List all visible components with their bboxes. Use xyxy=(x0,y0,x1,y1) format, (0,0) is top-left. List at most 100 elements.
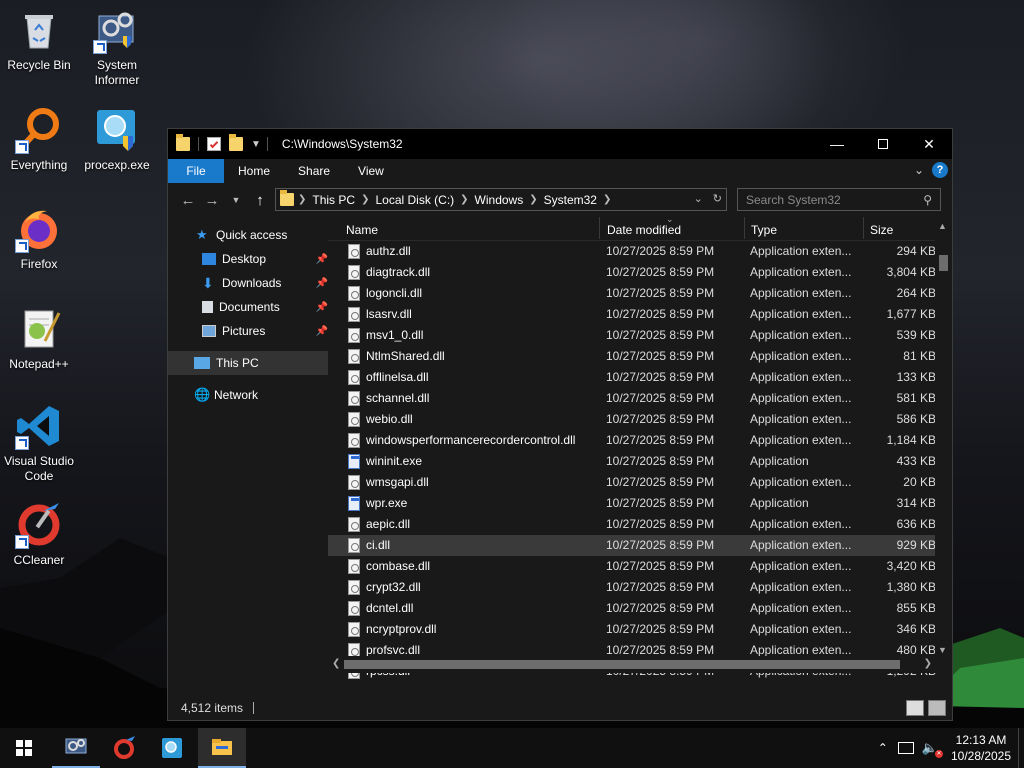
chevron-right-icon[interactable]: ❯ xyxy=(529,194,537,205)
new-folder-icon[interactable] xyxy=(229,134,243,151)
file-row[interactable]: lsasrv.dll 10/27/2025 8:59 PM Application … xyxy=(328,304,952,325)
search-input[interactable]: Search System32 ⚲ xyxy=(737,188,941,211)
network-status-icon[interactable] xyxy=(897,742,914,754)
nav-network[interactable]: 🌐 Network xyxy=(168,383,328,407)
show-hidden-icons-icon[interactable]: ⌃ xyxy=(878,741,888,755)
breadcrumb-this-pc[interactable]: This PC xyxy=(312,193,355,207)
expand-ribbon-icon[interactable]: ⌄ xyxy=(914,163,924,177)
desktop-icon-system-informer[interactable]: System Informer xyxy=(78,6,156,88)
file-row[interactable]: wininit.exe 10/27/2025 8:59 PM Application… xyxy=(328,451,952,472)
large-icons-view-icon[interactable] xyxy=(928,700,946,716)
nav-documents[interactable]: Documents 📌 xyxy=(168,295,328,319)
details-view-icon[interactable] xyxy=(906,700,924,716)
column-type[interactable]: Type xyxy=(751,223,777,237)
show-desktop-button[interactable] xyxy=(1018,728,1024,768)
file-row[interactable]: dcntel.dll 10/27/2025 8:59 PM Application … xyxy=(328,598,952,619)
start-button[interactable] xyxy=(0,728,48,768)
recent-locations-icon[interactable]: ▼ xyxy=(224,195,248,205)
back-arrow-icon[interactable]: ← xyxy=(176,192,200,209)
file-row[interactable]: offlinelsa.dll 10/27/2025 8:59 PM Applicat… xyxy=(328,367,952,388)
scrollbar-thumb[interactable] xyxy=(939,255,948,271)
chevron-right-icon[interactable]: ❯ xyxy=(361,194,369,205)
column-divider[interactable] xyxy=(599,217,600,239)
desktop-icon-recycle-bin[interactable]: Recycle Bin xyxy=(0,6,78,73)
taskbar-system-informer[interactable] xyxy=(52,728,100,768)
file-row[interactable]: ci.dll 10/27/2025 8:59 PM Application exte… xyxy=(328,535,952,556)
nav-downloads[interactable]: ⬇ Downloads 📌 xyxy=(168,271,328,295)
nav-this-pc[interactable]: This PC xyxy=(168,351,328,375)
breadcrumb-windows[interactable]: Windows xyxy=(475,193,524,207)
volume-muted-icon[interactable]: 🔈 ✕ xyxy=(922,740,943,758)
column-size[interactable]: Size xyxy=(870,223,893,237)
address-bar[interactable]: ❯ This PC ❯ Local Disk (C:) ❯ Windows ❯ … xyxy=(275,188,727,211)
vertical-scrollbar[interactable]: ▲ ▼ xyxy=(935,217,952,657)
pin-icon[interactable]: 📌 xyxy=(316,278,328,289)
search-icon[interactable]: ⚲ xyxy=(923,193,932,207)
file-row[interactable]: ncryptprov.dll 10/27/2025 8:59 PM Applicat… xyxy=(328,619,952,640)
help-icon[interactable]: ? xyxy=(932,162,948,178)
file-row[interactable]: msv1_0.dll 10/27/2025 8:59 PM Application … xyxy=(328,325,952,346)
file-row[interactable]: logoncli.dll 10/27/2025 8:59 PM Applicatio… xyxy=(328,283,952,304)
file-type: Application exten... xyxy=(750,622,852,636)
close-button[interactable]: ✕ xyxy=(906,129,952,159)
file-row[interactable]: NtlmShared.dll 10/27/2025 8:59 PM Applicat… xyxy=(328,346,952,367)
customize-quick-access-icon[interactable]: ▼ xyxy=(251,139,261,150)
maximize-button[interactable] xyxy=(860,129,906,159)
properties-icon[interactable] xyxy=(207,137,221,151)
file-row[interactable]: aepic.dll 10/27/2025 8:59 PM Application e… xyxy=(328,514,952,535)
desktop-icon-procexp[interactable]: procexp.exe xyxy=(78,106,156,173)
column-divider[interactable] xyxy=(744,217,745,239)
pin-icon[interactable]: 📌 xyxy=(316,326,328,337)
file-row[interactable]: windowsperformancerecordercontrol.dll 10/… xyxy=(328,430,952,451)
pin-icon[interactable]: 📌 xyxy=(316,254,328,265)
scroll-right-icon[interactable]: ❯ xyxy=(924,658,932,669)
scrollbar-thumb[interactable] xyxy=(344,660,900,669)
clock[interactable]: 12:13 AM 10/28/2025 xyxy=(944,732,1018,764)
nav-desktop[interactable]: Desktop 📌 xyxy=(168,247,328,271)
nav-quick-access[interactable]: ★ Quick access xyxy=(168,223,328,247)
address-dropdown-icon[interactable]: ⌄ xyxy=(694,192,703,205)
file-row[interactable]: diagtrack.dll 10/27/2025 8:59 PM Applicati… xyxy=(328,262,952,283)
forward-arrow-icon[interactable]: → xyxy=(200,192,224,209)
taskbar-file-explorer[interactable] xyxy=(198,728,246,768)
column-date-modified[interactable]: Date modified xyxy=(607,223,681,237)
desktop-icon-vscode[interactable]: Visual Studio Code xyxy=(0,402,78,484)
file-row[interactable]: webio.dll 10/27/2025 8:59 PM Application e… xyxy=(328,409,952,430)
file-row[interactable]: crypt32.dll 10/27/2025 8:59 PM Application… xyxy=(328,577,952,598)
taskbar-procexp[interactable] xyxy=(148,728,196,768)
title-bar[interactable]: ▼ C:\Windows\System32 — ✕ xyxy=(168,129,952,159)
chevron-right-icon[interactable]: ❯ xyxy=(298,194,306,205)
file-row[interactable]: authz.dll 10/27/2025 8:59 PM Application e… xyxy=(328,241,952,262)
breadcrumb-local-disk[interactable]: Local Disk (C:) xyxy=(375,193,454,207)
column-name[interactable]: Name xyxy=(346,223,378,237)
file-row[interactable]: wmsgapi.dll 10/27/2025 8:59 PM Application… xyxy=(328,472,952,493)
up-arrow-icon[interactable]: ↑ xyxy=(248,192,272,209)
breadcrumb-system32[interactable]: System32 xyxy=(544,193,597,207)
desktop-icon-firefox[interactable]: Firefox xyxy=(0,205,78,272)
tab-file[interactable]: File xyxy=(168,159,224,183)
taskbar-ccleaner[interactable] xyxy=(100,728,148,768)
tab-share[interactable]: Share xyxy=(284,159,344,183)
tab-home[interactable]: Home xyxy=(224,159,284,183)
scroll-down-icon[interactable]: ▼ xyxy=(938,645,947,655)
file-row[interactable]: combase.dll 10/27/2025 8:59 PM Application… xyxy=(328,556,952,577)
horizontal-scrollbar[interactable]: ❮ ❯ xyxy=(328,656,936,673)
file-row[interactable]: schannel.dll 10/27/2025 8:59 PM Applicatio… xyxy=(328,388,952,409)
desktop-icon-everything[interactable]: Everything xyxy=(0,106,78,173)
desktop-icon-notepadpp[interactable]: Notepad++ xyxy=(0,305,78,372)
file-explorer-window[interactable]: ▼ C:\Windows\System32 — ✕ File Home Shar… xyxy=(167,128,953,721)
desktop-icon-ccleaner[interactable]: CCleaner xyxy=(0,501,78,568)
chevron-right-icon[interactable]: ❯ xyxy=(603,194,611,205)
clock-date: 10/28/2025 xyxy=(950,749,1012,763)
tab-view[interactable]: View xyxy=(344,159,398,183)
nav-pictures[interactable]: Pictures 📌 xyxy=(168,319,328,343)
scroll-up-icon[interactable]: ▲ xyxy=(938,221,947,231)
file-row[interactable]: wpr.exe 10/27/2025 8:59 PM Application 314 … xyxy=(328,493,952,514)
column-divider[interactable] xyxy=(863,217,864,239)
refresh-icon[interactable]: ↻ xyxy=(713,192,722,205)
chevron-right-icon[interactable]: ❯ xyxy=(460,194,468,205)
file-type: Application exten... xyxy=(750,580,852,594)
scroll-left-icon[interactable]: ❮ xyxy=(332,658,340,669)
minimize-button[interactable]: — xyxy=(814,129,860,159)
pin-icon[interactable]: 📌 xyxy=(316,302,328,313)
